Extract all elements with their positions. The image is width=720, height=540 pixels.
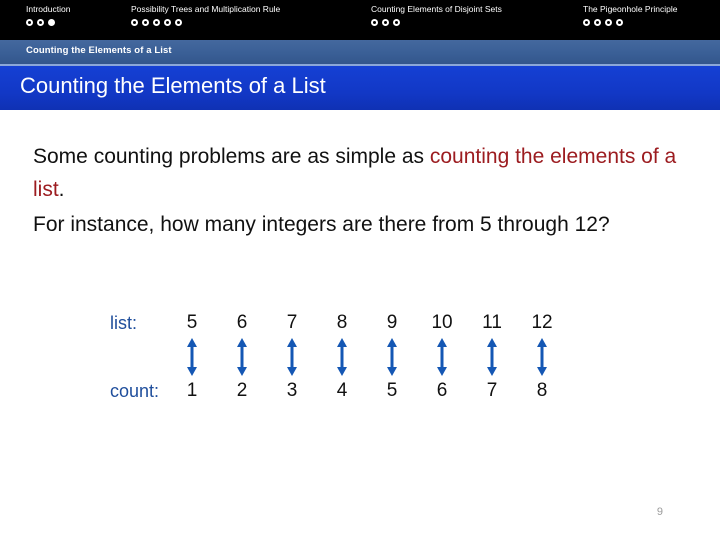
paragraph-intro: Some counting problems are as simple as … (33, 140, 683, 206)
count-value-6: 7 (486, 380, 498, 401)
nav-section-0[interactable]: Introduction (26, 3, 70, 26)
list-value-3: 8 (336, 312, 348, 333)
double-headed-vertical-arrow-icon (287, 338, 298, 376)
count-row-label: count: (110, 380, 160, 401)
nav-dot-icon[interactable] (26, 19, 33, 26)
nav-dot-icon[interactable] (131, 19, 138, 26)
nav-dot-icon[interactable] (382, 19, 389, 26)
slide-title-bar: Counting the Elements of a List (0, 64, 720, 110)
paragraph-intro-text-a: Some counting problems are as simple as (33, 145, 430, 168)
nav-dot-icon[interactable] (153, 19, 160, 26)
count-value-2: 3 (286, 380, 298, 401)
nav-dot-icon[interactable] (594, 19, 601, 26)
pairing-arrow-4 (367, 336, 417, 378)
nav-section-label: Introduction (26, 4, 71, 14)
double-headed-vertical-arrow-icon (187, 338, 198, 376)
count-value-3: 4 (336, 380, 348, 401)
nav-section-dots (131, 19, 280, 26)
list-value-7: 12 (531, 312, 553, 333)
page-number: 9 (656, 506, 663, 518)
list-value-4: 9 (386, 312, 398, 333)
pairing-arrow-5 (417, 336, 467, 378)
count-value-1: 2 (236, 380, 248, 401)
list-value-2: 7 (286, 312, 298, 333)
pairing-arrow-6 (467, 336, 517, 378)
list-count-diagram: list: 5 6 7 8 9 10 11 12 count: 1 2 3 4 … (110, 310, 567, 404)
count-value-0: 1 (186, 380, 198, 401)
breadcrumb: Counting the Elements of a List (26, 45, 172, 56)
nav-section-3[interactable]: The Pigeonhole Principle (583, 3, 678, 26)
nav-section-dots (583, 19, 678, 26)
pairing-arrow-3 (317, 336, 367, 378)
nav-section-dots (26, 19, 70, 26)
double-headed-vertical-arrow-icon (487, 338, 498, 376)
nav-section-label: The Pigeonhole Principle (583, 4, 678, 14)
nav-section-1[interactable]: Possibility Trees and Multiplication Rul… (131, 3, 280, 26)
double-headed-vertical-arrow-icon (237, 338, 248, 376)
double-headed-vertical-arrow-icon (387, 338, 398, 376)
list-value-6: 11 (482, 312, 502, 333)
paragraph-example: For instance, how many integers are ther… (33, 213, 610, 236)
paragraph-intro-text-b: . (58, 178, 65, 201)
table-row-count: count: 1 2 3 4 5 6 7 8 (110, 378, 567, 404)
count-value-7: 8 (536, 380, 548, 401)
nav-dot-icon[interactable] (393, 19, 400, 26)
nav-section-label: Counting Elements of Disjoint Sets (371, 4, 502, 14)
pairing-arrow-2 (267, 336, 317, 378)
nav-section-dots (371, 19, 502, 26)
count-value-5: 6 (436, 380, 448, 401)
nav-dot-active-icon[interactable] (48, 19, 55, 26)
list-row-label: list: (110, 312, 137, 333)
double-headed-vertical-arrow-icon (537, 338, 548, 376)
breadcrumb-bar[interactable]: Counting the Elements of a List (0, 40, 720, 64)
pairing-arrow-1 (217, 336, 267, 378)
nav-dot-icon[interactable] (583, 19, 590, 26)
nav-dot-icon[interactable] (175, 19, 182, 26)
count-value-4: 5 (386, 380, 398, 401)
table-row-arrows (110, 336, 567, 378)
nav-dot-icon[interactable] (616, 19, 623, 26)
arrows-row-spacer (110, 336, 167, 378)
list-value-5: 10 (431, 312, 453, 333)
list-value-0: 5 (186, 312, 198, 333)
nav-dot-icon[interactable] (37, 19, 44, 26)
nav-section-label: Possibility Trees and Multiplication Rul… (131, 4, 281, 14)
nav-dot-icon[interactable] (605, 19, 612, 26)
nav-section-2[interactable]: Counting Elements of Disjoint Sets (371, 3, 502, 26)
double-headed-vertical-arrow-icon (337, 338, 348, 376)
nav-dot-icon[interactable] (371, 19, 378, 26)
table-row-list: list: 5 6 7 8 9 10 11 12 (110, 310, 567, 336)
list-count-table: list: 5 6 7 8 9 10 11 12 count: 1 2 3 4 … (110, 310, 567, 404)
pairing-arrow-0 (167, 336, 217, 378)
slide-body: Some counting problems are as simple as … (33, 140, 683, 241)
list-value-1: 6 (236, 312, 248, 333)
nav-dot-icon[interactable] (164, 19, 171, 26)
nav-dot-icon[interactable] (142, 19, 149, 26)
pairing-arrow-7 (517, 336, 567, 378)
page-title: Counting the Elements of a List (20, 73, 326, 98)
top-navigation-bar: Introduction Possibility Trees and Multip… (0, 0, 720, 40)
double-headed-vertical-arrow-icon (437, 338, 448, 376)
